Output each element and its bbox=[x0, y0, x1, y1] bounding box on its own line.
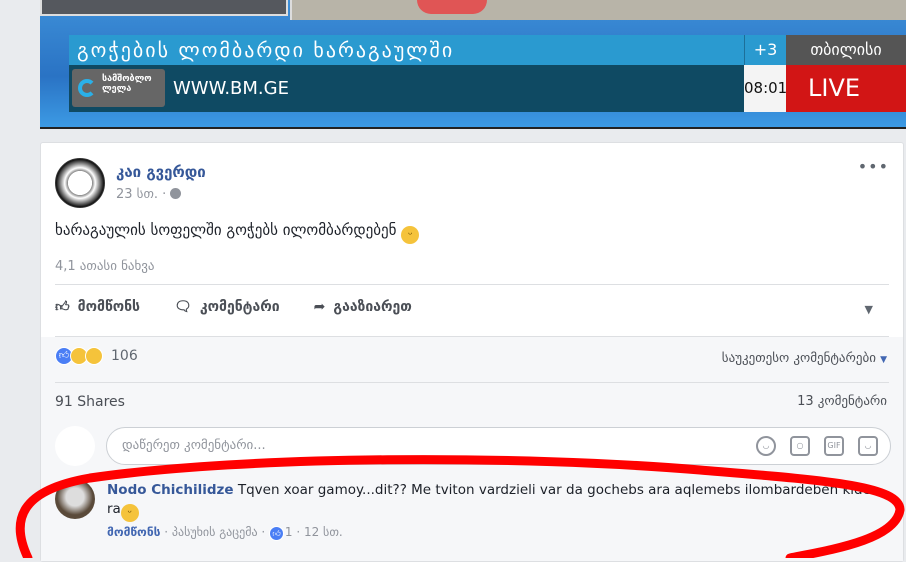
live-badge: LIVE bbox=[786, 65, 906, 112]
news-headline: გოჭების ლომბარდი ხარაგაულში bbox=[69, 35, 744, 65]
comments-count[interactable]: 13 კომენტარი bbox=[797, 394, 887, 409]
comment-like-count[interactable]: 1 bbox=[285, 525, 293, 539]
video-frame-right bbox=[290, 0, 906, 20]
comment-input[interactable]: დაწერეთ კომენტარი... ◡ ○ GIF ◡ bbox=[106, 427, 891, 465]
post-time[interactable]: 23 სთ. bbox=[116, 187, 158, 202]
gif-icon[interactable]: GIF bbox=[824, 436, 844, 456]
comment-reply-button[interactable]: პასუხის გაცემა bbox=[172, 525, 258, 539]
comment-sort-dropdown[interactable]: საუკეთესო კომენტარები ▼ bbox=[722, 351, 887, 366]
shares-count[interactable]: 91 Shares bbox=[55, 394, 125, 410]
reaction-summary[interactable]: 👍︎ 106 bbox=[55, 347, 138, 365]
temperature-extra: +3 bbox=[744, 35, 786, 65]
city-label: თბილისი bbox=[786, 35, 906, 65]
emoji-icon[interactable]: ◡ bbox=[756, 436, 776, 456]
commenter-avatar[interactable] bbox=[55, 479, 95, 519]
video-frame-left bbox=[40, 0, 288, 16]
more-options-icon[interactable]: ••• bbox=[858, 157, 889, 176]
comment-button[interactable]: 🗨︎ კომენტარი bbox=[174, 298, 280, 315]
divider bbox=[55, 284, 889, 285]
reaction-count: 106 bbox=[111, 348, 138, 364]
camera-icon[interactable]: ○ bbox=[790, 436, 810, 456]
sticker-icon[interactable]: ◡ bbox=[858, 436, 878, 456]
comments-section: 👍︎ 106 საუკეთესო კომენტარები ▼ 91 Shares… bbox=[41, 337, 903, 561]
sweat-smile-emoji-icon: ᵕ bbox=[120, 504, 139, 522]
share-arrow-icon: ➦ bbox=[313, 298, 326, 315]
wow-reaction-icon bbox=[85, 347, 103, 365]
comment-time[interactable]: 12 სთ. bbox=[304, 525, 343, 539]
news-ticker: სამშობლო ლელა WWW.BM.GE bbox=[69, 65, 744, 112]
post-text: ხარაგაულის სოფელში გოჭებს ილომბარდებენ ᵕ bbox=[55, 221, 420, 244]
view-count: 4,1 ათასი ნახვა bbox=[55, 259, 155, 274]
thumbs-up-icon: 👍︎ bbox=[55, 299, 70, 315]
comment-like-button[interactable]: მომწონს bbox=[107, 525, 160, 539]
clock: 08:01 bbox=[744, 65, 787, 112]
speech-bubble-icon: 🗨︎ bbox=[174, 298, 192, 315]
channel-logo: სამშობლო ლელა bbox=[72, 69, 165, 107]
post-author[interactable]: კაი გვერდი bbox=[116, 163, 206, 181]
video-player[interactable]: გოჭების ლომბარდი ხარაგაულში +3 თბილისი ს… bbox=[40, 0, 906, 129]
user-avatar bbox=[55, 426, 95, 466]
page-avatar[interactable] bbox=[55, 158, 105, 208]
comment-body: Nodo Chichilidze Tqven xoar gamoy...dit?… bbox=[107, 481, 877, 522]
channel-url: WWW.BM.GE bbox=[173, 78, 289, 99]
audience-dropdown-icon[interactable]: ▼ bbox=[865, 303, 873, 316]
commenter-name[interactable]: Nodo Chichilidze bbox=[107, 482, 234, 498]
grinning-emoji-icon: ᵕ bbox=[401, 226, 420, 244]
post-meta: 23 სთ. · bbox=[116, 187, 182, 202]
share-button[interactable]: ➦ გააზიარეთ bbox=[314, 298, 412, 315]
globe-icon bbox=[170, 188, 182, 199]
like-button[interactable]: 👍︎ მომწონს bbox=[55, 298, 140, 316]
caret-down-icon: ▼ bbox=[880, 355, 887, 365]
divider bbox=[55, 382, 889, 383]
comment-actions: მომწონს · პასუხის გაცემა · 👍︎ 1 · 12 სთ. bbox=[107, 525, 343, 541]
post-card: კაი გვერდი 23 სთ. · ••• ხარაგაულის სოფელ… bbox=[40, 142, 904, 562]
like-reaction-icon: 👍︎ bbox=[269, 526, 285, 541]
post-actions: 👍︎ მომწონს 🗨︎ კომენტარი ➦ გააზიარეთ bbox=[55, 298, 412, 316]
